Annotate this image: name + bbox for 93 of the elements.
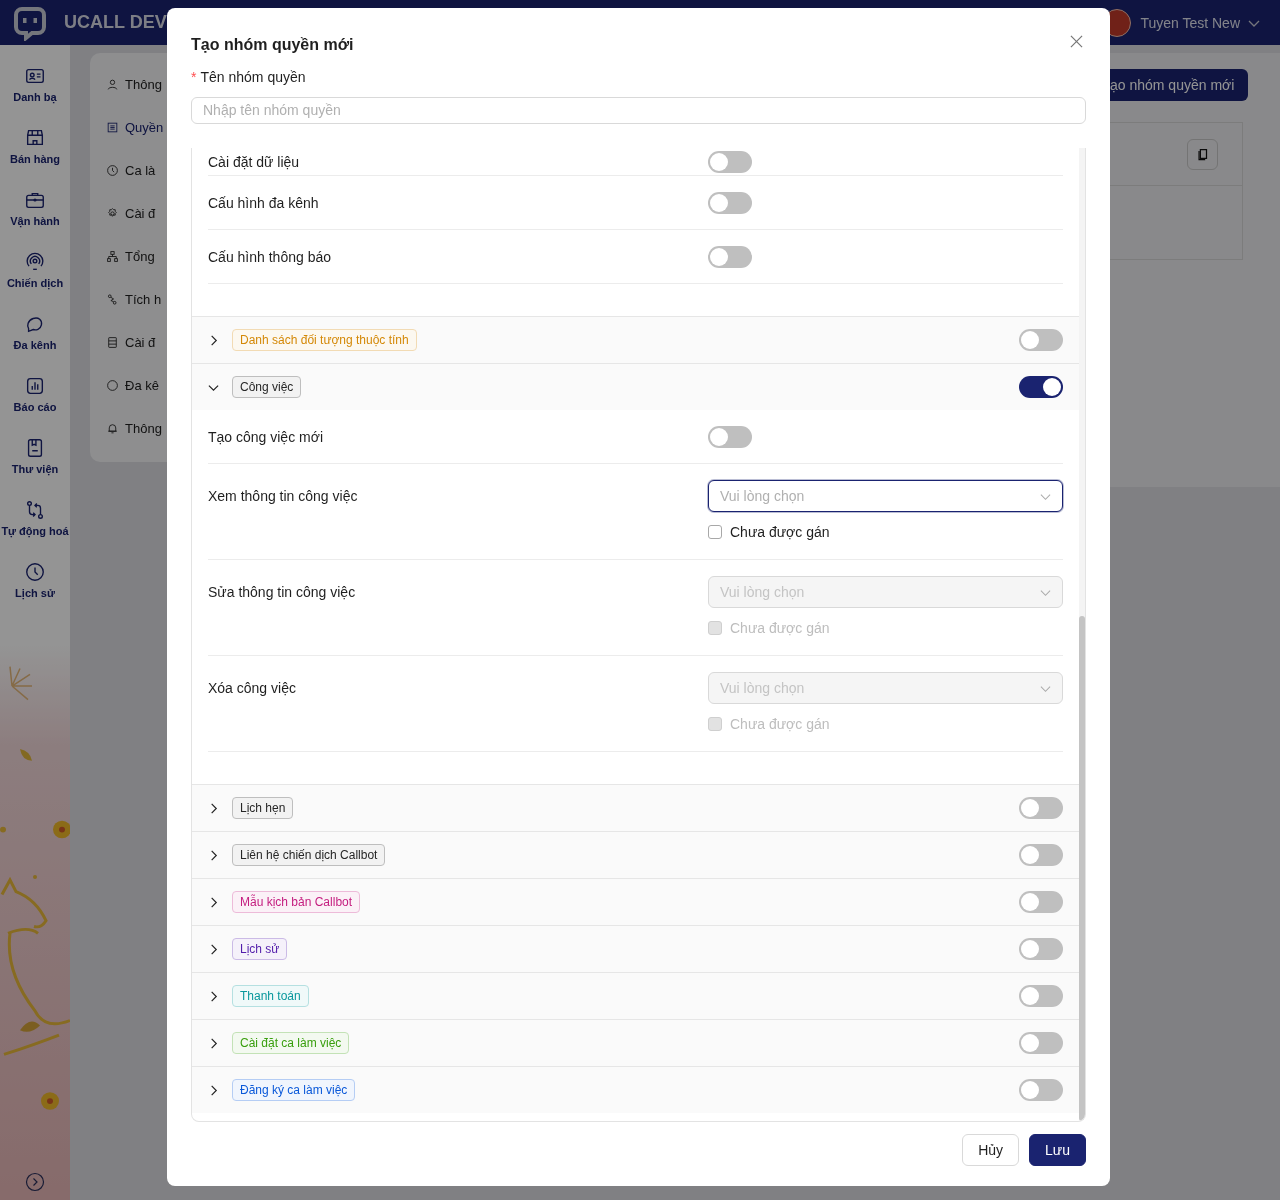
chevron-icon[interactable] bbox=[208, 849, 219, 861]
scrollbar-thumb[interactable] bbox=[1079, 616, 1085, 1121]
permission-label: Tạo công việc mới bbox=[208, 427, 324, 447]
permission-label: Xóa công việc bbox=[208, 679, 297, 698]
toggle-switch[interactable] bbox=[1019, 329, 1063, 351]
group-header[interactable]: Đăng ký ca làm việc bbox=[192, 1066, 1079, 1113]
sidebar-item[interactable]: Lịch sử bbox=[15, 561, 55, 623]
module-tag: Lịch sử bbox=[232, 938, 288, 960]
user-name[interactable]: Tuyen Test New bbox=[1140, 14, 1240, 31]
sidebar-item[interactable]: Bán hàng bbox=[9, 127, 61, 189]
permission-label: Sửa thông tin công việc bbox=[208, 583, 357, 602]
toggle-switch[interactable] bbox=[1019, 1079, 1063, 1101]
copy-icon bbox=[1195, 147, 1210, 161]
sidebar-item[interactable]: Thư viện bbox=[11, 437, 59, 499]
module-tag: Danh sách đối tượng thuộc tính bbox=[232, 329, 417, 351]
toggle-switch[interactable] bbox=[1019, 1032, 1063, 1054]
chevron-icon[interactable] bbox=[208, 943, 219, 955]
module-tag: Mẫu kịch bản Callbot bbox=[232, 891, 361, 913]
chevron-icon[interactable] bbox=[208, 1084, 219, 1096]
toggle-switch[interactable] bbox=[708, 245, 752, 268]
close-icon[interactable] bbox=[1070, 34, 1083, 48]
checkbox-label: Chưa được gán bbox=[730, 524, 830, 540]
toggle-switch[interactable] bbox=[1019, 891, 1063, 913]
chevron-icon[interactable] bbox=[208, 802, 219, 814]
toggle-switch[interactable] bbox=[1019, 844, 1063, 866]
name-input-field[interactable]: Nhập tên nhóm quyền bbox=[191, 96, 1086, 124]
submenu-item[interactable]: Quyền bbox=[106, 106, 183, 149]
toggle-switch[interactable] bbox=[1019, 797, 1063, 819]
group-header[interactable]: Thanh toán bbox=[192, 972, 1079, 1019]
toggle-switch[interactable] bbox=[1019, 985, 1063, 1007]
toggle-switch[interactable] bbox=[708, 425, 752, 448]
logo-icon bbox=[12, 4, 48, 41]
permission-label: Xem thông tin công việc bbox=[208, 487, 359, 506]
hierarchy-icon bbox=[106, 250, 119, 263]
brand-name: UCALL DEV bbox=[64, 12, 167, 33]
dialog-title: Tạo nhóm quyền mới bbox=[191, 36, 354, 55]
sidebar-item[interactable]: Danh bạ bbox=[13, 65, 57, 127]
toggle-switch[interactable] bbox=[1019, 938, 1063, 960]
expand-icon[interactable] bbox=[25, 1172, 45, 1192]
module-tag: Đăng ký ca làm việc bbox=[232, 1079, 356, 1101]
bar-chart-icon bbox=[24, 375, 46, 397]
chevron-icon[interactable] bbox=[208, 990, 219, 1002]
submenu-item[interactable]: Tích h bbox=[106, 278, 183, 321]
settings-icon bbox=[106, 207, 119, 220]
clock-icon bbox=[106, 164, 119, 177]
toggle-switch[interactable] bbox=[708, 150, 752, 173]
submenu-item[interactable]: Cài đ bbox=[106, 192, 183, 235]
sidebar-item[interactable]: Chiến dịch bbox=[6, 251, 64, 313]
module-tag: Lịch hẹn bbox=[232, 797, 294, 819]
field-label: Tên nhóm quyền bbox=[200, 69, 306, 86]
checkbox-label: Chưa được gán bbox=[730, 620, 830, 636]
create-group-button[interactable]: ạo nhóm quyền mới bbox=[1110, 69, 1249, 101]
toggle-switch[interactable] bbox=[708, 191, 752, 214]
permission-label: Cài đặt dữ liệu bbox=[208, 152, 301, 172]
submenu-item[interactable]: Cài đ bbox=[106, 321, 183, 364]
chevron-icon[interactable] bbox=[208, 334, 219, 346]
group-header[interactable]: Công việc bbox=[192, 363, 1079, 410]
submenu-item[interactable]: Ca là bbox=[106, 149, 183, 192]
user-icon bbox=[106, 78, 119, 91]
module-tag: Liên hệ chiến dịch Callbot bbox=[232, 844, 386, 866]
clock-icon bbox=[24, 561, 46, 583]
toggle-switch[interactable] bbox=[1019, 376, 1063, 398]
sidebar-item[interactable]: Tự động hoá bbox=[1, 499, 69, 561]
cancel-button[interactable]: Hủy bbox=[962, 1134, 1020, 1166]
required-mark: * bbox=[191, 70, 197, 85]
group-header[interactable]: Lịch hẹn bbox=[192, 784, 1079, 831]
save-button[interactable]: Lưu bbox=[1029, 1134, 1086, 1166]
chevron-icon[interactable] bbox=[208, 896, 219, 908]
bell-icon bbox=[106, 422, 119, 435]
module-tag: Cài đặt ca làm việc bbox=[232, 1032, 350, 1054]
submenu-item[interactable]: Tổng bbox=[106, 235, 183, 278]
group-header[interactable]: Mẫu kịch bản Callbot bbox=[192, 878, 1079, 925]
checkbox[interactable] bbox=[708, 525, 722, 539]
group-header[interactable]: Cài đặt ca làm việc bbox=[192, 1019, 1079, 1066]
flow-arrows-icon bbox=[24, 499, 46, 521]
sidebar-item[interactable]: Vận hành bbox=[10, 189, 60, 251]
submenu-item[interactable]: Thông bbox=[106, 63, 183, 106]
sidebar-item[interactable]: Đa kênh bbox=[13, 313, 57, 375]
group-header[interactable]: Lịch sử bbox=[192, 925, 1079, 972]
sidebar-item[interactable]: Báo cáo bbox=[13, 375, 57, 437]
group-header[interactable]: Liên hệ chiến dịch Callbot bbox=[192, 831, 1079, 878]
module-tag: Thanh toán bbox=[232, 985, 309, 1007]
chevron-icon[interactable] bbox=[208, 1037, 219, 1049]
submenu-item[interactable]: Thông bbox=[106, 407, 183, 450]
module-tag: Công việc bbox=[232, 376, 302, 398]
permission-label: Cấu hình đa kênh bbox=[208, 193, 320, 213]
permission-label: Cấu hình thông báo bbox=[208, 247, 332, 267]
server-icon bbox=[106, 336, 119, 349]
broadcast-icon bbox=[24, 251, 46, 273]
copy-button[interactable] bbox=[1187, 138, 1218, 170]
checkbox-label: Chưa được gán bbox=[730, 716, 830, 732]
submenu-item[interactable]: Đa kê bbox=[106, 364, 183, 407]
list-icon bbox=[106, 121, 119, 134]
